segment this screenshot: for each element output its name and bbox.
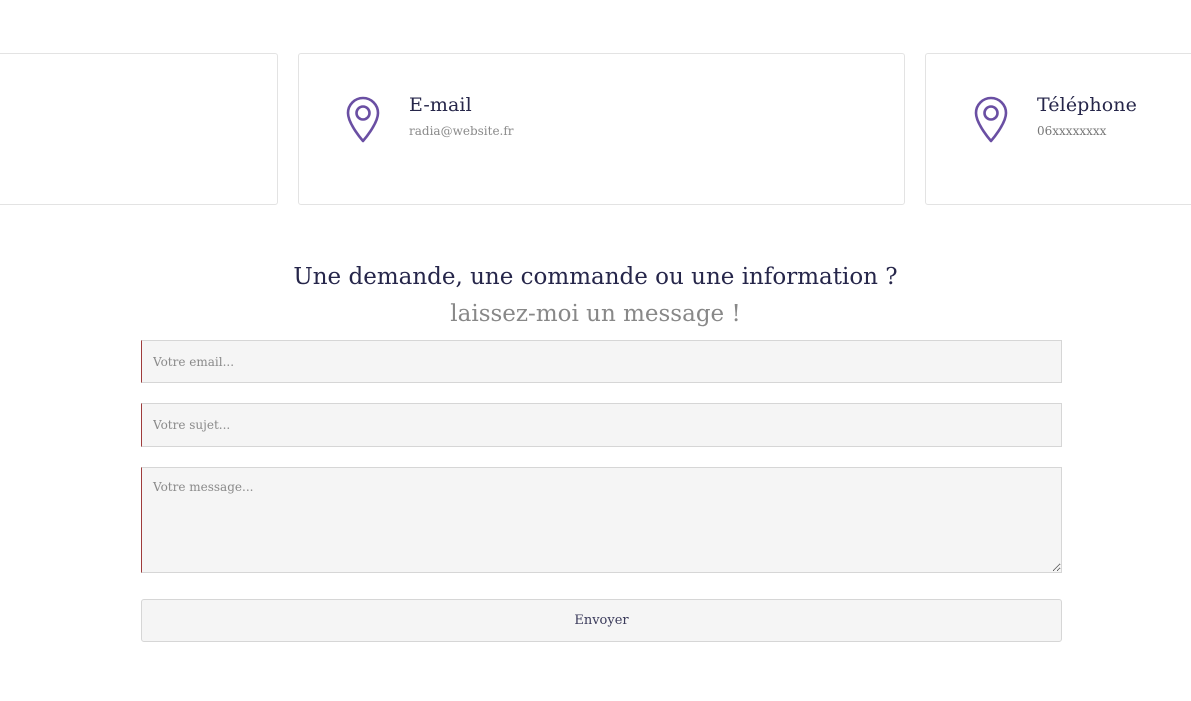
message-textarea[interactable] <box>141 467 1062 573</box>
email-card: E-mail radia@website.fr <box>298 53 905 205</box>
email-input[interactable] <box>141 340 1062 383</box>
phone-number: 06xxxxxxxx <box>1037 124 1107 138</box>
map-pin-icon <box>972 94 1010 144</box>
map-pin-icon <box>344 94 382 144</box>
email-address: radia@website.fr <box>409 124 514 138</box>
contact-page: E-mail radia@website.fr Téléphone 06xxxx… <box>0 0 1191 701</box>
contact-subheading: laissez-moi un message ! <box>450 301 741 327</box>
address-card <box>0 53 278 205</box>
phone-card-title: Téléphone <box>1037 94 1137 116</box>
contact-heading: Une demande, une commande ou une informa… <box>293 264 898 290</box>
send-button[interactable]: Envoyer <box>141 599 1062 642</box>
phone-card: Téléphone 06xxxxxxxx <box>925 53 1191 205</box>
email-card-title: E-mail <box>409 94 472 116</box>
subject-input[interactable] <box>141 403 1062 447</box>
